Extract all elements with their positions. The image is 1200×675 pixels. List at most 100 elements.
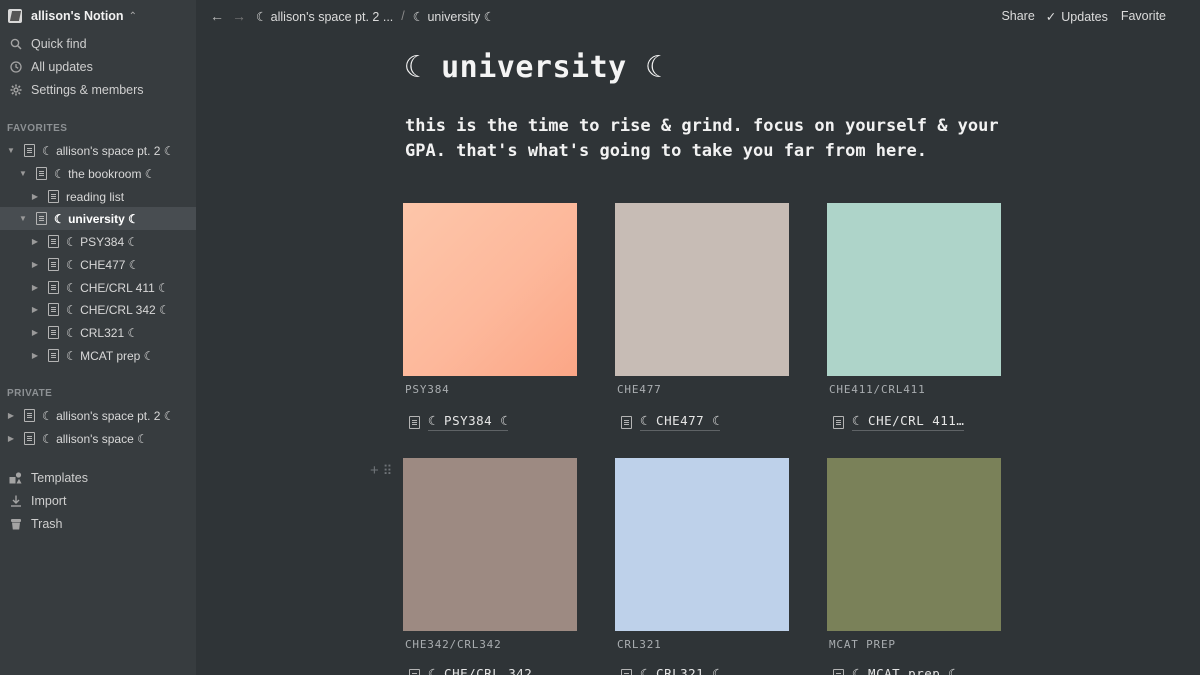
sidebar-item-label: ☾ the bookroom ☾ — [54, 166, 156, 181]
sidebar-item-private-allisons-space[interactable]: ▶ ☾ allison's space ☾ — [0, 427, 196, 450]
card-link-psy384[interactable]: ☾ PSY384 ☾ — [403, 413, 509, 431]
sidebar-item-label: ☾ CRL321 ☾ — [66, 325, 139, 340]
quick-find-button[interactable]: Quick find — [0, 32, 196, 55]
all-updates-label: All updates — [31, 59, 93, 74]
templates-button[interactable]: Templates — [0, 466, 196, 489]
expand-toggle-icon[interactable]: ▼ — [18, 169, 28, 178]
settings-members-button[interactable]: Settings & members — [0, 78, 196, 101]
card-link-crl321[interactable]: ☾ CRL321 ☾ — [615, 666, 720, 675]
trash-button[interactable]: Trash — [0, 512, 196, 535]
page-icon — [48, 235, 59, 248]
sidebar-item-crl321[interactable]: ▶ ☾ CRL321 ☾ — [0, 321, 196, 344]
gear-icon — [9, 83, 22, 96]
gallery-card-che411-crl411[interactable]: CHE411/CRL411 — [827, 203, 1001, 396]
gallery-card-mcat-prep[interactable]: MCAT PREP — [827, 458, 1001, 651]
sidebar-item-private-allisons-space-pt2[interactable]: ▶ ☾ allison's space pt. 2 ☾ — [0, 404, 196, 427]
page-icon — [48, 258, 59, 271]
expand-toggle-icon[interactable]: ▶ — [30, 305, 40, 314]
card-link-label: ☾ PSY384 ☾ — [428, 413, 509, 431]
workspace-switcher[interactable]: allison's Notion ⌃ — [0, 0, 196, 32]
card-caption: CHE477 — [617, 383, 662, 396]
card-link-che-crl-342[interactable]: ☾ CHE/CRL 342 — [403, 666, 532, 675]
clock-icon — [9, 60, 22, 73]
page-icon — [24, 144, 35, 157]
page-icon — [24, 432, 35, 445]
card-caption: PSY384 — [405, 383, 450, 396]
expand-toggle-icon[interactable]: ▼ — [18, 214, 28, 223]
sidebar-item-allisons-space-pt2[interactable]: ▼ ☾ allison's space pt. 2 ☾ — [0, 139, 196, 162]
gallery-card-che477[interactable]: CHE477 — [615, 203, 789, 396]
trash-icon — [9, 517, 22, 530]
card-caption: CHE342/CRL342 — [405, 638, 502, 651]
forward-arrow-icon[interactable]: → — [232, 8, 246, 24]
topbar: ← → ☾ allison's space pt. 2 ... / ☾ univ… — [196, 0, 1200, 32]
sidebar-item-the-bookroom[interactable]: ▼ ☾ the bookroom ☾ — [0, 162, 196, 185]
quick-find-label: Quick find — [31, 36, 87, 51]
breadcrumb-parent[interactable]: ☾ allison's space pt. 2 ... — [256, 9, 393, 24]
page-icon — [621, 668, 632, 675]
gallery-card-psy384[interactable]: PSY384 — [403, 203, 577, 396]
sidebar-item-che-crl-411[interactable]: ▶ ☾ CHE/CRL 411 ☾ — [0, 276, 196, 299]
sidebar-item-reading-list[interactable]: ▶ reading list — [0, 185, 196, 208]
sidebar-item-mcat-prep[interactable]: ▶ ☾ MCAT prep ☾ — [0, 344, 196, 367]
sidebar-item-label: ☾ CHE/CRL 411 ☾ — [66, 280, 169, 295]
settings-members-label: Settings & members — [31, 82, 144, 97]
page-icon — [48, 349, 59, 362]
back-arrow-icon[interactable]: ← — [210, 8, 224, 24]
expand-toggle-icon[interactable]: ▶ — [30, 260, 40, 269]
private-section-label: PRIVATE — [7, 388, 53, 399]
drag-handle-icon[interactable]: ⠿ — [383, 463, 392, 478]
page-icon — [409, 415, 420, 429]
checkmark-icon: ✓ — [1045, 9, 1057, 24]
expand-toggle-icon[interactable]: ▶ — [30, 351, 40, 360]
sidebar-item-che-crl-342[interactable]: ▶ ☾ CHE/CRL 342 ☾ — [0, 298, 196, 321]
card-link-label: ☾ CHE/CRL 342 — [428, 666, 532, 675]
sidebar-item-psy384[interactable]: ▶ ☾ PSY384 ☾ — [0, 230, 196, 253]
expand-toggle-icon[interactable]: ▶ — [30, 328, 40, 337]
page-title[interactable]: ☾ university ☾ — [404, 50, 664, 85]
import-button[interactable]: Import — [0, 489, 196, 512]
card-caption: CRL321 — [617, 638, 662, 651]
sidebar-item-che477[interactable]: ▶ ☾ CHE477 ☾ — [0, 253, 196, 276]
expand-toggle-icon[interactable]: ▶ — [30, 237, 40, 246]
trash-label: Trash — [31, 516, 63, 531]
card-cover — [615, 203, 789, 376]
sidebar-item-label: ☾ university ☾ — [54, 211, 139, 226]
card-cover — [827, 203, 1001, 376]
sidebar-item-label: ☾ PSY384 ☾ — [66, 234, 139, 249]
sidebar-item-label: ☾ allison's space pt. 2 ☾ — [42, 408, 175, 423]
sidebar-item-label: ☾ allison's space pt. 2 ☾ — [42, 143, 175, 158]
updates-label: Updates — [1061, 9, 1108, 24]
sidebar-item-label: ☾ MCAT prep ☾ — [66, 348, 155, 363]
updates-button[interactable]: ✓ Updates — [1046, 9, 1108, 24]
page-icon — [48, 281, 59, 294]
favorite-button[interactable]: Favorite — [1121, 9, 1166, 23]
expand-toggle-icon[interactable]: ▶ — [6, 434, 16, 443]
expand-toggle-icon[interactable]: ▶ — [30, 192, 40, 201]
gallery-card-che342-crl342[interactable]: CHE342/CRL342 — [403, 458, 577, 651]
block-controls: + ⠿ — [370, 462, 392, 479]
gallery-card-crl321[interactable]: CRL321 — [615, 458, 789, 651]
sidebar-item-university[interactable]: ▼ ☾ university ☾ — [0, 207, 196, 230]
sidebar-item-label: ☾ CHE/CRL 342 ☾ — [66, 302, 170, 317]
card-link-che-crl-411[interactable]: ☾ CHE/CRL 411… — [827, 413, 965, 431]
page-icon — [409, 668, 420, 675]
card-caption: CHE411/CRL411 — [829, 383, 926, 396]
page-icon — [48, 190, 59, 203]
favorites-section-label: FAVORITES — [7, 123, 68, 134]
breadcrumb-separator: / — [401, 9, 405, 23]
expand-toggle-icon[interactable]: ▶ — [6, 411, 16, 420]
card-link-che477[interactable]: ☾ CHE477 ☾ — [615, 413, 721, 431]
sidebar: allison's Notion ⌃ Quick find All update… — [0, 0, 196, 675]
sidebar-item-label: ☾ allison's space ☾ — [42, 431, 148, 446]
breadcrumb-current[interactable]: ☾ university ☾ — [413, 9, 495, 24]
expand-toggle-icon[interactable]: ▼ — [6, 146, 16, 155]
expand-toggle-icon[interactable]: ▶ — [30, 283, 40, 292]
page-icon — [833, 415, 844, 429]
share-button[interactable]: Share — [1001, 9, 1034, 23]
card-link-mcat-prep[interactable]: ☾ MCAT prep ☾ — [827, 666, 956, 675]
page-quote[interactable]: this is the time to rise & grind. focus … — [405, 114, 1005, 163]
card-link-label: ☾ CHE477 ☾ — [640, 413, 721, 431]
all-updates-button[interactable]: All updates — [0, 55, 196, 78]
add-block-icon[interactable]: + — [370, 462, 379, 479]
